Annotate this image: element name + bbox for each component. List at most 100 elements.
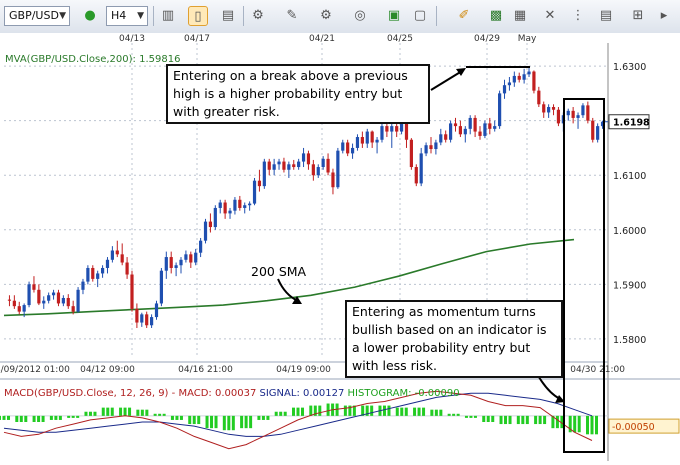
- candle-body: [439, 134, 443, 143]
- macd-histogram-bar: [140, 409, 144, 416]
- macd-histogram-bar: [404, 407, 408, 416]
- macd-histogram-bar: [266, 415, 270, 420]
- macd-histogram-bar: [93, 411, 97, 416]
- candle-body: [42, 300, 46, 304]
- macd-histogram-bar: [555, 415, 559, 429]
- symbol-dropdown[interactable]: GBP/USD ▼: [4, 6, 70, 26]
- candle-body: [154, 303, 159, 318]
- candle-body: [483, 123, 487, 136]
- candle-body: [32, 284, 36, 290]
- candle-body: [115, 250, 119, 255]
- time-tick-label: 04/19 09:00: [276, 365, 331, 375]
- top-date-label: 04/13: [119, 34, 145, 44]
- candle-body: [547, 107, 551, 113]
- macd-histogram-bar: [538, 415, 542, 425]
- macd-histogram-bar: [301, 407, 304, 416]
- price-tick-label: 1.6100: [613, 171, 646, 182]
- candle-body: [66, 297, 70, 307]
- magnifier-icon[interactable]: ◎: [350, 6, 370, 26]
- macd-histogram-bar: [590, 415, 594, 435]
- candle-body: [571, 110, 575, 118]
- candle-body: [199, 240, 203, 253]
- candle-body: [444, 134, 448, 140]
- candle-body: [262, 161, 266, 187]
- macd-histogram-bar: [534, 415, 538, 425]
- candle-body: [424, 145, 428, 154]
- crosshair-icon[interactable]: ✕: [540, 6, 560, 26]
- macd-histogram-bar: [261, 415, 265, 420]
- macd-histogram-bar: [240, 415, 244, 429]
- macd-histogram-bar: [387, 405, 391, 416]
- chart-toolbar: GBP/USD ▼ ● H4 ▼ ▥ ▯ ▤ ⚙ ✎ ⚙ ◎ ▣ ▢ ✐ ▩ ▦…: [0, 0, 680, 34]
- macd-histogram-bar: [119, 407, 123, 416]
- candle-body: [429, 145, 433, 150]
- chevron-down-icon: ▼: [137, 11, 144, 21]
- candle-body: [434, 142, 438, 150]
- macd-histogram-bar: [499, 415, 503, 425]
- zoom-in-icon[interactable]: ▣: [384, 6, 404, 26]
- candle-body: [238, 199, 242, 208]
- candle-body: [61, 297, 65, 304]
- symbol-label: GBP/USD: [9, 9, 59, 22]
- macd-histogram-bar: [525, 415, 529, 425]
- settings-icon[interactable]: ⚙: [316, 6, 336, 26]
- candle-body: [91, 267, 95, 279]
- draw-icon[interactable]: ✎: [282, 6, 302, 26]
- macd-title: MACD(GBP/USD.Close, 12, 26, 9) - MACD: 0…: [4, 388, 460, 399]
- macd-histogram-bar: [175, 415, 179, 420]
- macd-histogram-bar: [58, 415, 62, 420]
- candle-body: [164, 257, 168, 271]
- candle-body: [331, 172, 335, 188]
- candle-body: [100, 267, 105, 274]
- macd-histogram-bar: [257, 415, 261, 420]
- ruler-icon[interactable]: ✐: [454, 6, 474, 26]
- zoom-out-icon[interactable]: ▢: [410, 6, 430, 26]
- top-date-label: 04/25: [387, 34, 413, 44]
- candle-body: [419, 153, 423, 184]
- macd-histogram-bar: [573, 415, 577, 433]
- candle-body: [596, 126, 600, 140]
- candle-body: [194, 252, 198, 263]
- candle-body: [218, 202, 222, 208]
- candle-body: [86, 267, 90, 282]
- timeframe-dropdown[interactable]: H4 ▼: [106, 6, 148, 26]
- macd-histogram-bar: [508, 415, 512, 425]
- candle-body: [463, 128, 467, 135]
- macd-histogram-bar: [486, 415, 490, 422]
- last-price-label: 1.6198: [613, 118, 650, 129]
- tools-icon[interactable]: ⋮: [568, 6, 588, 26]
- candle-body: [581, 105, 585, 116]
- top-date-strip: [0, 33, 680, 43]
- candle-body: [458, 126, 463, 135]
- annotation-momentum-text: Entering as momentum turns bullish based…: [352, 304, 547, 373]
- top-date-label: 04/29: [474, 34, 500, 44]
- macd-histogram-bar: [296, 407, 300, 416]
- save-icon[interactable]: ▩: [486, 6, 506, 26]
- globe-icon[interactable]: ●: [80, 6, 100, 26]
- candlestick-icon[interactable]: ▯: [188, 6, 208, 26]
- bar-chart-icon[interactable]: ▥: [158, 6, 178, 26]
- annotation-momentum: Entering as momentum turns bullish based…: [345, 300, 563, 378]
- candle-body: [76, 289, 80, 312]
- macd-histogram-bar: [491, 415, 495, 422]
- expand-icon[interactable]: ▸: [654, 6, 674, 26]
- macd-histogram-bar: [318, 405, 322, 416]
- candle-body: [233, 199, 237, 211]
- candle-body: [566, 110, 570, 116]
- line-chart-icon[interactable]: ▤: [218, 6, 238, 26]
- candle-body: [360, 137, 364, 144]
- indicators-icon[interactable]: ⚙: [248, 6, 268, 26]
- candle-body: [321, 158, 325, 168]
- more-icon[interactable]: ⊞: [628, 6, 648, 26]
- print-icon[interactable]: ▤: [596, 6, 616, 26]
- layout-icon[interactable]: ▦: [510, 6, 530, 26]
- candle-body: [448, 123, 453, 140]
- toolbar-separator: [243, 6, 244, 26]
- macd-line: [3, 390, 593, 450]
- candle-body: [174, 265, 178, 268]
- macd-histogram-bar: [395, 407, 399, 416]
- macd-histogram-bar: [37, 415, 41, 422]
- macd-histogram-bar: [188, 415, 192, 425]
- macd-histogram-bar: [24, 415, 28, 422]
- macd-histogram-bar: [192, 415, 196, 425]
